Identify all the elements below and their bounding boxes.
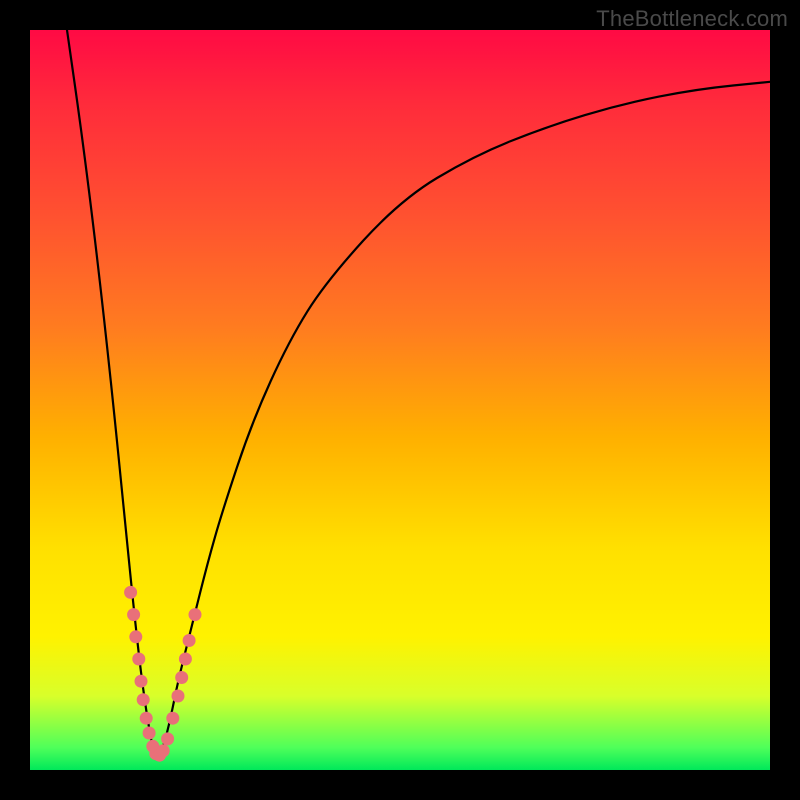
- curve-dot: [175, 671, 188, 684]
- curve-dot: [143, 727, 156, 740]
- curve-path-group: [67, 30, 770, 757]
- curve-dot: [189, 608, 202, 621]
- curve-dot: [172, 690, 185, 703]
- watermark-text: TheBottleneck.com: [596, 6, 788, 32]
- curve-dot: [166, 712, 179, 725]
- bottleneck-curve: [67, 30, 770, 757]
- curve-dot: [140, 712, 153, 725]
- curve-dot: [183, 634, 196, 647]
- curve-dot: [137, 693, 150, 706]
- curve-dot: [127, 608, 140, 621]
- curve-dot: [129, 630, 142, 643]
- curve-dot: [132, 653, 145, 666]
- curve-dot: [124, 586, 137, 599]
- curve-dot: [161, 732, 174, 745]
- curve-dot: [179, 653, 192, 666]
- curve-dots: [124, 586, 201, 762]
- chart-svg: [30, 30, 770, 770]
- plot-area: [30, 30, 770, 770]
- curve-dot: [157, 744, 170, 757]
- curve-dot: [135, 675, 148, 688]
- chart-frame: TheBottleneck.com: [0, 0, 800, 800]
